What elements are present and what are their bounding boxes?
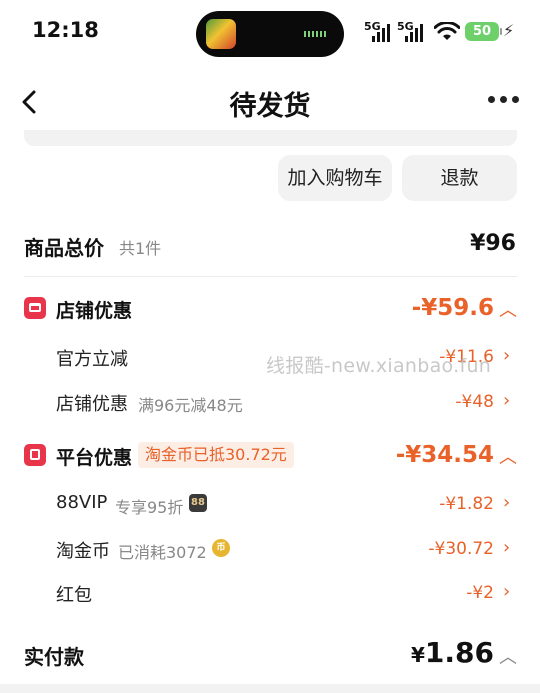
paid-amount: ¥1.86 [411,636,494,669]
paid-value: 1.86 [424,636,494,669]
shop-discount-label: 店铺优惠 [56,300,133,322]
red-packet-amount: -¥2 [466,583,494,603]
dynamic-island[interactable] [196,11,344,57]
watermark: 线报酷-new.xianbao.fun [266,355,492,377]
taojinbi-amount: -¥30.72 [428,539,494,559]
taojinbi-label: 淘金币 [56,541,110,562]
chevron-right-icon[interactable]: › [503,581,510,602]
taojinbi-note: 已消耗3072 [118,543,207,562]
battery-icon: 50 [465,22,499,41]
battery-tip [500,28,502,35]
chevron-up-icon[interactable]: ︿ [499,643,517,669]
shop-discount-amount: -¥59.6 [411,295,494,321]
signal-bars-icon-1 [372,22,390,42]
paid-label: 实付款 [24,645,84,669]
page-title: 待发货 [229,91,311,122]
status-time: 12:18 [32,18,99,42]
coin-deduction-tag: 淘金币已抵30.72元 [138,442,294,468]
red-packet-label: 红包 [56,585,92,606]
chevron-up-icon[interactable]: ︿ [499,296,517,322]
platform-discount-amount: -¥34.54 [395,442,494,468]
paid-currency: ¥ [410,643,425,667]
chevron-right-icon[interactable]: › [503,345,510,366]
wifi-icon [434,22,460,40]
store-discount-label: 店铺优惠 [56,394,128,415]
chevron-up-icon[interactable]: ︿ [499,443,517,469]
vip-amount: -¥1.82 [439,494,494,514]
card-remnant [24,130,517,146]
divider [24,276,517,277]
official-discount-label: 官方立减 [56,349,128,370]
chevron-right-icon[interactable]: › [503,492,510,513]
total-amount: ¥96 [470,231,516,256]
audio-waveform-icon [304,31,326,37]
more-dots-icon[interactable] [488,96,519,103]
vip-badge-icon: 88 [189,494,207,512]
signal-bars-icon-2 [405,22,423,42]
vip-label: 88VIP [56,492,108,513]
store-discount-amount: -¥48 [455,392,494,412]
vip-note: 专享95折 [115,498,184,517]
music-app-thumbnail-icon [206,19,236,49]
store-discount-note: 满96元减48元 [138,396,243,415]
refund-button[interactable]: 退款 [402,155,517,201]
chevron-right-icon[interactable]: › [503,537,510,558]
total-label: 商品总价 [24,236,104,260]
coin-icon: 币 [212,539,230,557]
add-to-cart-button[interactable]: 加入购物车 [278,155,392,201]
bottom-strip [0,684,540,693]
charging-bolt-icon: ⚡ [503,21,515,40]
item-count: 共1件 [119,239,162,258]
shop-icon [24,297,46,319]
platform-discount-label: 平台优惠 [56,447,133,469]
chevron-right-icon[interactable]: › [503,390,510,411]
platform-icon [24,444,46,466]
